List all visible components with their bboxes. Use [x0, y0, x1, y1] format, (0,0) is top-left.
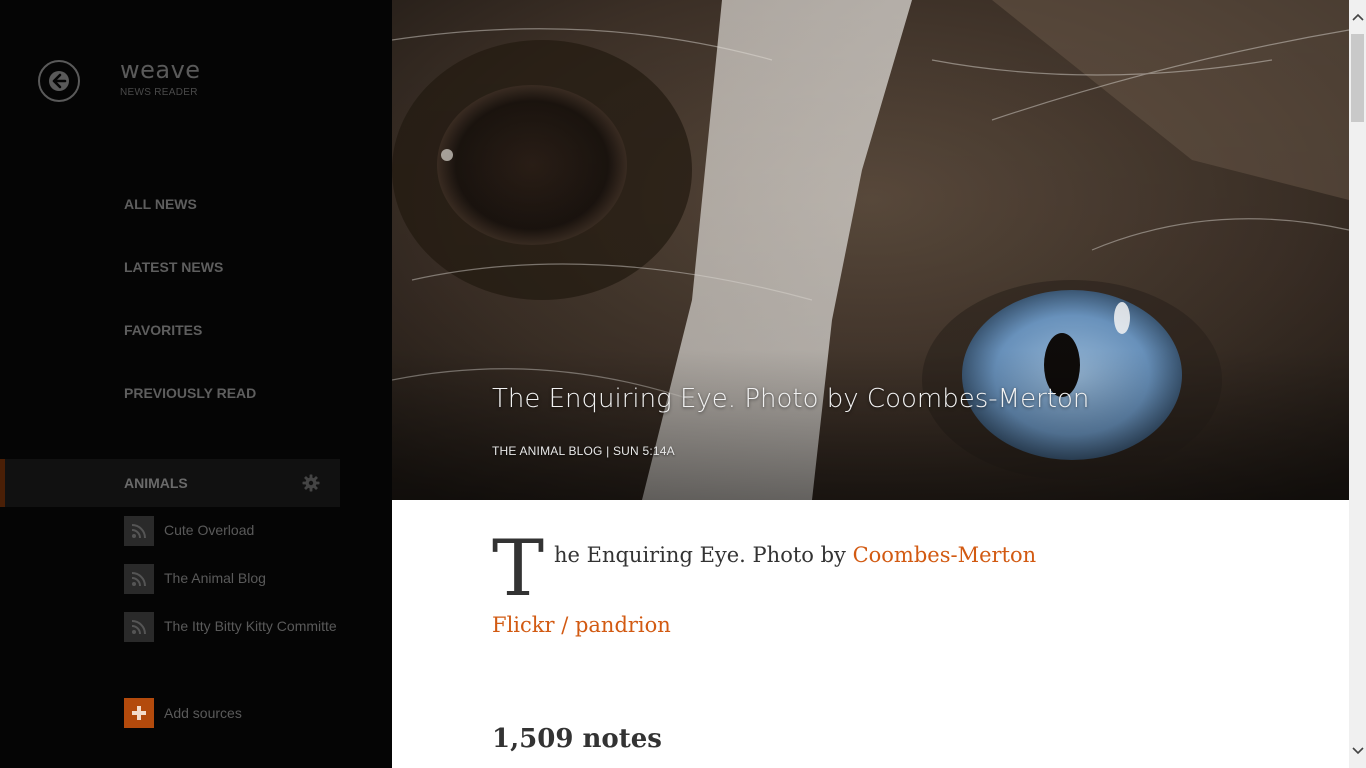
cat-eyes-photo [392, 0, 1349, 500]
category-animals[interactable]: ANIMALS [0, 459, 340, 507]
rss-icon [124, 612, 154, 642]
source-label: The Animal Blog [164, 570, 266, 586]
scroll-up-button[interactable] [1349, 0, 1366, 34]
plus-icon [124, 698, 154, 728]
article-body: T he Enquiring Eye. Photo by Coombes-Mer… [392, 500, 1349, 768]
article-first-line: he Enquiring Eye. Photo by Coombes-Merto… [554, 543, 1036, 567]
notes-count: 1,509 notes [492, 724, 662, 754]
article-second-line: Flickr / pandrion [492, 613, 671, 637]
chevron-up-icon [1351, 13, 1364, 21]
hero-title: The Enquiring Eye. Photo by Coombes-Mert… [492, 384, 1090, 414]
source-itty-bitty-kitty[interactable]: The Itty Bitty Kitty Committee [124, 612, 354, 642]
vertical-scrollbar[interactable] [1349, 0, 1366, 768]
source-label: The Itty Bitty Kitty Committee [164, 618, 336, 634]
app-subtitle: NEWS READER [120, 87, 198, 98]
selection-indicator [0, 459, 5, 507]
article-text: he Enquiring Eye. Photo by [554, 543, 853, 567]
back-button[interactable] [38, 60, 80, 102]
scroll-down-button[interactable] [1349, 734, 1366, 768]
source-label: Cute Overload [164, 522, 255, 538]
nav-item-latest-news[interactable]: LATEST NEWS [124, 259, 223, 275]
add-sources-label: Add sources [164, 705, 242, 721]
nav-item-favorites[interactable]: FAVORITES [124, 322, 202, 338]
add-sources-button[interactable]: Add sources [124, 698, 324, 728]
photographer-link[interactable]: Coombes-Merton [853, 543, 1037, 567]
nav-item-previously-read[interactable]: PREVIOUSLY READ [124, 385, 256, 401]
sidebar: weave NEWS READER ALL NEWS LATEST NEWS F… [0, 0, 392, 768]
drop-cap: T [492, 524, 545, 614]
hero-meta: THE ANIMAL BLOG | SUN 5:14A [492, 444, 675, 458]
source-the-animal-blog[interactable]: The Animal Blog [124, 564, 354, 594]
category-label: ANIMALS [124, 475, 188, 491]
chevron-down-icon [1351, 747, 1364, 755]
hero-photo: The Enquiring Eye. Photo by Coombes-Mert… [392, 0, 1349, 500]
rss-icon [124, 516, 154, 546]
scroll-thumb[interactable] [1351, 34, 1364, 122]
back-arrow-icon [49, 71, 69, 91]
flickr-link[interactable]: Flickr / pandrion [492, 613, 671, 637]
gear-icon[interactable] [302, 474, 320, 492]
nav-item-all-news[interactable]: ALL NEWS [124, 196, 197, 212]
app-title: weave [120, 56, 201, 84]
source-cute-overload[interactable]: Cute Overload [124, 516, 354, 546]
rss-icon [124, 564, 154, 594]
